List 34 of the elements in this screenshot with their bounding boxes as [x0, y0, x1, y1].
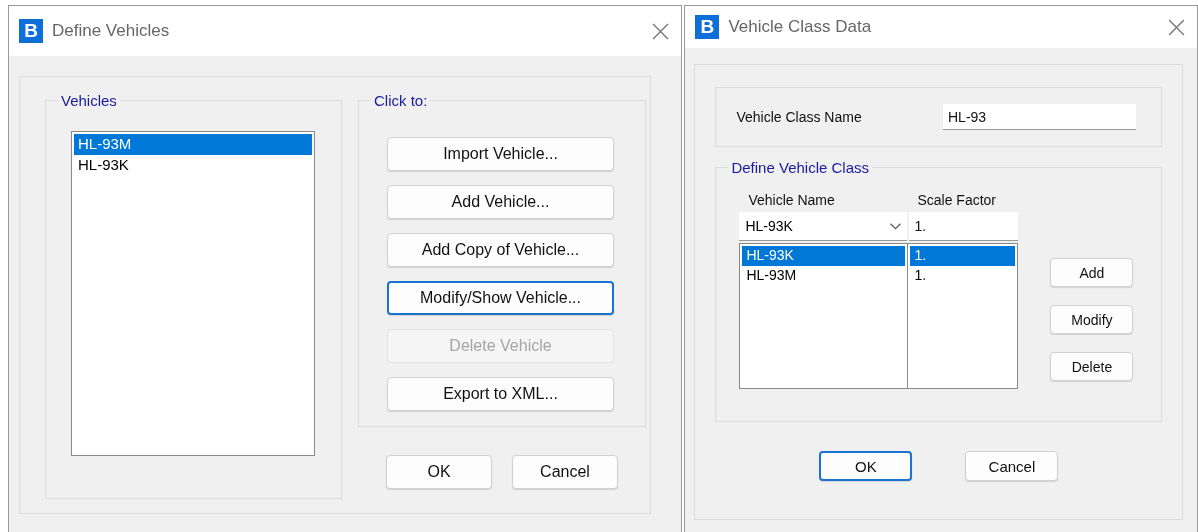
action-button[interactable]: Import Vehicle... — [387, 137, 614, 171]
app-logo-icon: B — [695, 15, 720, 39]
cancel-button[interactable]: Cancel — [965, 451, 1059, 481]
ok-button[interactable]: OK — [386, 455, 492, 489]
close-icon[interactable] — [652, 22, 670, 40]
list-item[interactable]: HL-93M — [74, 134, 312, 155]
field-label: Vehicle Class Name — [736, 109, 862, 125]
action-button[interactable]: Add Vehicle... — [387, 185, 614, 219]
scale-factor-field[interactable]: 1. — [909, 212, 1019, 241]
table-cell[interactable]: HL-93M — [742, 266, 906, 286]
column-header: Vehicle Name — [747, 192, 836, 210]
action-button[interactable]: Modify/Show Vehicle... — [387, 281, 614, 315]
column-header: Scale Factor — [916, 192, 997, 210]
class-name-field[interactable]: HL-93 — [943, 104, 1136, 130]
vehicle-dropdown[interactable]: HL-93K — [739, 212, 908, 241]
group-legend: Define Vehicle Class — [728, 159, 872, 176]
action-button[interactable]: Delete — [1050, 352, 1134, 381]
action-button[interactable]: Add — [1050, 258, 1134, 287]
group-legend: Vehicles — [58, 92, 120, 109]
action-button[interactable]: Export to XML... — [387, 377, 614, 411]
close-icon[interactable] — [1168, 18, 1185, 36]
window-title: Vehicle Class Data — [728, 17, 873, 37]
chevron-down-icon — [890, 222, 902, 230]
action-button[interactable]: Add Copy of Vehicle... — [387, 233, 614, 267]
app-logo-icon: B — [19, 19, 43, 43]
action-button[interactable]: Modify — [1050, 305, 1134, 334]
table-cell[interactable]: 1. — [910, 246, 1016, 266]
list-item[interactable]: HL-93K — [74, 155, 312, 176]
table-cell[interactable]: HL-93K — [742, 246, 906, 266]
window-title: Define Vehicles — [52, 21, 171, 41]
table-cell[interactable]: 1. — [910, 266, 1016, 286]
cancel-button[interactable]: Cancel — [512, 455, 618, 489]
group-legend: Click to: — [371, 92, 431, 109]
ok-button[interactable]: OK — [819, 451, 913, 481]
